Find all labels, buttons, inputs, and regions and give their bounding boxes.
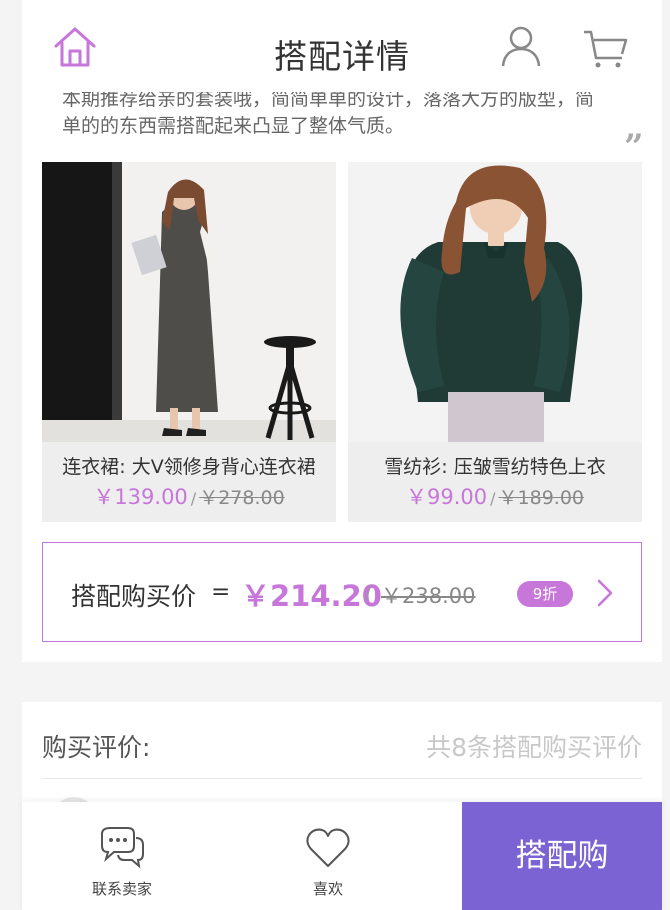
bundle-original-price: ￥238.00: [381, 584, 476, 608]
product-card-dress[interactable]: 连衣裙: 大V领修身背心连衣裙 ￥139.00/￥278.00: [42, 162, 336, 522]
bundle-equals: =: [211, 579, 231, 605]
like-button[interactable]: 喜欢: [228, 802, 428, 910]
outfit-description: 本期推荐给亲的套装哦，简简单单的设计，落落大方的版型，简 单的的东西需搭配起来凸…: [62, 86, 634, 140]
cart-icon[interactable]: [582, 24, 628, 70]
quote-mark-icon: ”: [624, 127, 644, 167]
description-line-2: 单的的东西需搭配起来凸显了整体气质。: [62, 115, 405, 137]
outfit-detail-card: 本期推荐给亲的套装哦，简简单单的设计，落落大方的版型，简 单的的东西需搭配起来凸…: [22, 0, 662, 662]
bundle-price-row[interactable]: 搭配购买价 = ￥214.20 / ￥238.00 9折: [42, 542, 642, 642]
chat-bubbles-icon: [101, 827, 144, 869]
product-prices: ￥139.00/￥278.00: [42, 481, 336, 511]
product-prices: ￥99.00/￥189.00: [348, 481, 642, 511]
product-card-blouse[interactable]: 雪纺衫: 压皱雪纺特色上衣 ￥99.00/￥189.00: [348, 162, 642, 522]
product-name: 连衣裙: 大V领修身背心连衣裙: [62, 456, 316, 478]
user-icon[interactable]: [498, 24, 544, 70]
bottom-action-bar: 联系卖家 喜欢 搭配购: [22, 802, 662, 910]
bundle-price-label: 搭配购买价: [71, 582, 197, 611]
bundle-buy-button[interactable]: 搭配购: [462, 802, 662, 910]
product-photo-dress[interactable]: [42, 162, 336, 442]
price-separator: /: [490, 489, 496, 508]
reviews-count-link[interactable]: 共8条搭配购买评价: [426, 728, 642, 764]
chevron-right-icon[interactable]: [593, 577, 617, 609]
product-price: ￥139.00: [93, 485, 188, 509]
bundle-price: ￥214.20: [241, 579, 382, 613]
contact-seller-button[interactable]: 联系卖家: [22, 802, 222, 910]
product-original-price: ￥278.00: [199, 487, 285, 509]
top-header: 搭配详情: [22, 0, 662, 92]
product-price: ￥99.00: [406, 485, 488, 509]
contact-seller-label: 联系卖家: [91, 880, 152, 898]
price-separator: /: [190, 489, 197, 508]
page-title: 搭配详情: [274, 37, 410, 76]
discount-badge: 9折: [517, 581, 573, 607]
reviews-title: 购买评价:: [42, 733, 151, 762]
heart-icon: [306, 828, 350, 867]
product-name: 雪纺衫: 压皱雪纺特色上衣: [384, 456, 606, 478]
like-label: 喜欢: [312, 880, 343, 898]
product-photo-blouse[interactable]: [348, 162, 642, 442]
divider: [42, 778, 642, 779]
product-original-price: ￥189.00: [498, 487, 584, 509]
bundle-price-separator: /: [365, 583, 372, 604]
